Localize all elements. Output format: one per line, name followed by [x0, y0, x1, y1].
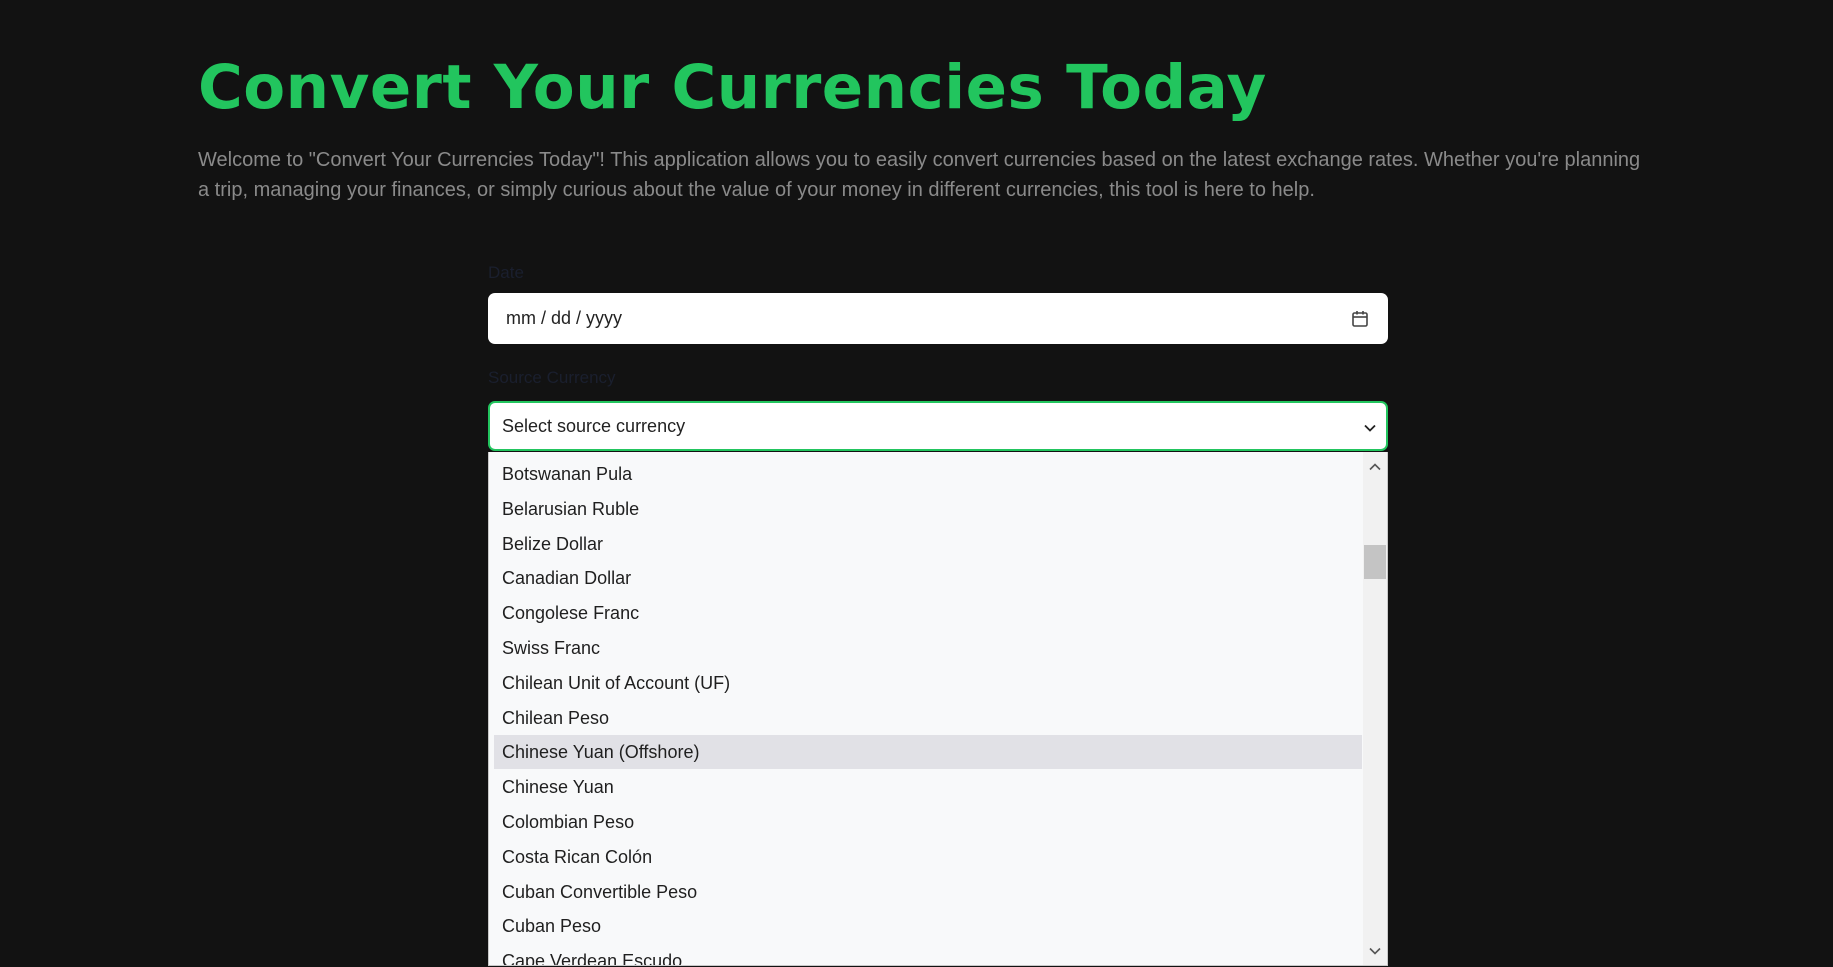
currency-option[interactable]: Belarusian Ruble — [494, 492, 1362, 526]
currency-option[interactable]: Cuban Convertible Peso — [494, 875, 1362, 909]
chevron-down-icon — [1364, 416, 1376, 437]
scroll-down-chevron-icon[interactable] — [1363, 940, 1387, 962]
currency-dropdown-list: Botswanan Pula Belarusian Ruble Belize Dol… — [488, 452, 1388, 966]
source-currency-label: Source Currency — [488, 368, 616, 387]
source-currency-selected-value: Select source currency — [502, 415, 686, 436]
date-label: Date — [488, 263, 524, 282]
date-input[interactable]: mm / dd / yyyy — [488, 293, 1388, 344]
currency-option[interactable]: Botswanan Pula — [494, 457, 1362, 491]
currency-option[interactable]: Cuban Peso — [494, 909, 1362, 943]
scroll-thumb[interactable] — [1364, 545, 1386, 579]
date-placeholder: mm / dd / yyyy — [506, 308, 623, 328]
chevron-up-icon[interactable] — [1363, 456, 1387, 478]
page-title: Convert Your Currencies Today — [198, 52, 1267, 123]
currency-option[interactable]: Canadian Dollar — [494, 561, 1362, 595]
currency-option[interactable]: Chilean Peso — [494, 701, 1362, 735]
currency-option[interactable]: Congolese Franc — [494, 596, 1362, 630]
currency-option[interactable]: Chinese Yuan (Offshore) — [494, 735, 1362, 770]
currency-option[interactable]: Costa Rican Colón — [494, 840, 1362, 874]
currency-option[interactable]: Chilean Unit of Account (UF) — [494, 666, 1362, 700]
currency-option[interactable]: Chinese Yuan — [494, 770, 1362, 804]
dropdown-scrollbar[interactable] — [1363, 452, 1387, 965]
currency-option[interactable]: Belize Dollar — [494, 527, 1362, 561]
currency-option[interactable]: Cape Verdean Escudo — [494, 944, 1362, 965]
source-currency-select[interactable]: Select source currency — [488, 401, 1388, 451]
calendar-icon[interactable] — [1351, 309, 1371, 329]
currency-option[interactable]: Colombian Peso — [494, 805, 1362, 839]
intro-text: Welcome to "Convert Your Currencies Toda… — [198, 149, 1641, 201]
currency-option[interactable]: Swiss Franc — [494, 631, 1362, 665]
